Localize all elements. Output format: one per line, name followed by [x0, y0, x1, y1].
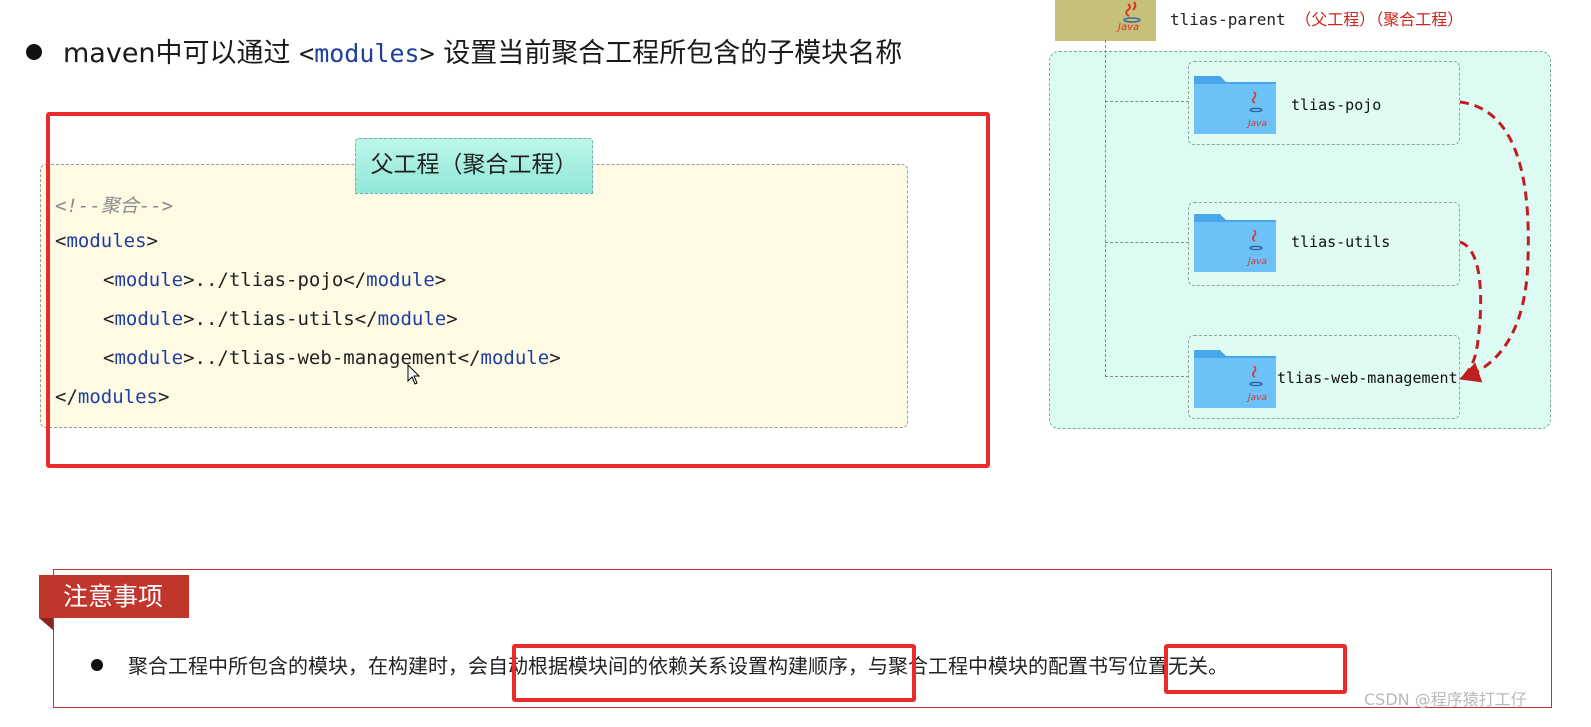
code-tag: module [114, 269, 184, 291]
tree-trunk [1105, 40, 1106, 377]
headline-code: <modules> [299, 39, 434, 68]
code-keyword: modules [314, 39, 420, 68]
headline-suffix: 设置当前聚合工程所包含的子模块名称 [434, 38, 903, 69]
code-line-modules-open: <modules> [55, 230, 158, 252]
bullet-dot [91, 659, 103, 671]
code-bracket: > [146, 230, 158, 252]
highlight-box-build-order [512, 644, 916, 702]
module-path: ../tlias-utils [194, 308, 355, 330]
code-bracket: > [157, 386, 170, 408]
note-text-part: 聚合工程中所包含的模块，在构建时，会 [128, 654, 488, 678]
code-panel-title: 父工程（聚合工程） [355, 138, 593, 194]
tree-branch [1105, 101, 1189, 102]
code-tag: module [114, 347, 184, 369]
module-label-pojo: tlias-pojo [1291, 96, 1382, 114]
headline-prefix: maven中可以通过 [63, 38, 300, 69]
java-label: Java [1246, 393, 1267, 403]
code-bracket: < [55, 230, 67, 252]
notes-title-fold [39, 618, 53, 630]
code-line-module: <module>../tlias-pojo</module> [103, 269, 447, 291]
bullet-dot [26, 44, 42, 60]
code-line-module: <module>../tlias-utils</module> [103, 308, 458, 330]
java-label: Java [1246, 119, 1267, 129]
code-tag: modules [77, 386, 158, 408]
java-icon: Java [1116, 1, 1141, 32]
dependency-arrow-pojo [1459, 100, 1530, 383]
code-tag: module [114, 308, 184, 330]
parent-project-name: tlias-parent [1170, 10, 1286, 29]
mouse-cursor-icon [407, 364, 421, 385]
highlight-box-position [1164, 644, 1347, 694]
code-tag: module [377, 308, 447, 330]
module-label-utils: tlias-utils [1291, 233, 1391, 251]
code-line-module: <module>../tlias-web-management</module> [103, 347, 561, 369]
code-comment: <!--聚合--> [55, 195, 174, 217]
parent-project-label: tlias-parent （父工程）（聚合工程） [1170, 6, 1463, 30]
code-tag: module [366, 269, 435, 291]
code-tag: modules [66, 230, 147, 252]
notes-title: 注意事项 [39, 575, 189, 618]
java-label: Java [1246, 257, 1267, 267]
dependency-arrows [1459, 100, 1530, 383]
folder-java-icon: Java [1194, 350, 1276, 408]
code-line-modules-close: </modules> [55, 386, 169, 408]
tree-branch [1105, 376, 1189, 377]
watermark: CSDN @程序猿打工仔 [1364, 690, 1527, 709]
headline: maven中可以通过 <modules> 设置当前聚合工程所包含的子模块名称 [63, 34, 902, 74]
parent-project-tags: （父工程）（聚合工程） [1295, 10, 1464, 29]
code-bracket: </ [55, 386, 78, 408]
folder-java-icon: Java [1194, 214, 1276, 272]
dependency-arrow-utils [1459, 240, 1483, 378]
folder-java-icon: Java [1194, 76, 1276, 134]
code-tag: module [480, 347, 550, 369]
code-bracket: > [419, 39, 435, 68]
java-label: Java [1116, 22, 1139, 32]
module-path: ../tlias-pojo [194, 269, 344, 291]
code-bracket: < [299, 39, 315, 68]
module-label-web-management: tlias-web-management [1277, 369, 1458, 387]
tree-branch [1105, 242, 1189, 243]
